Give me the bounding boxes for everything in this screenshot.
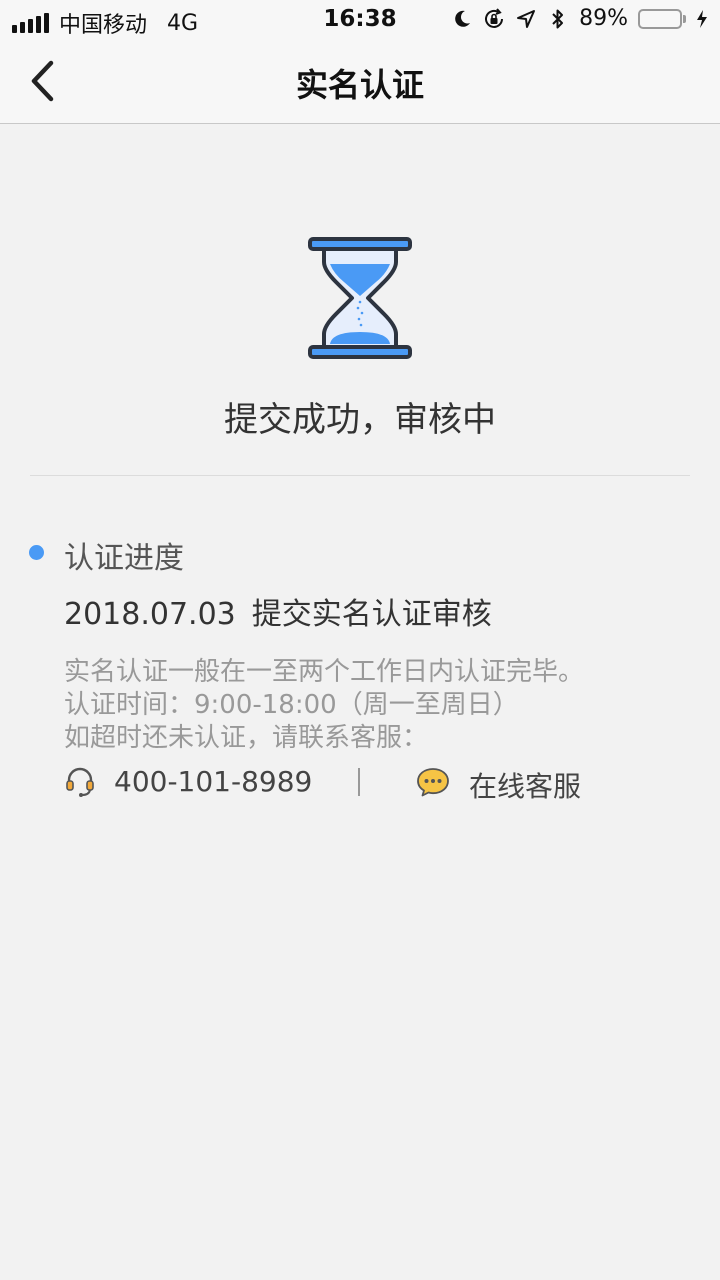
page-title: 实名认证 — [295, 66, 424, 104]
verification-notes: 实名认证一般在一至两个工作日内认证完毕。 认证时间：9:00-18:00（周一至… — [64, 656, 584, 755]
note-line-3: 如超时还未认证，请联系客服： — [64, 723, 429, 753]
contact-separator — [358, 768, 360, 796]
moon-icon — [451, 7, 473, 31]
status-bar-right: 89% — [451, 6, 708, 31]
bluetooth-icon — [547, 7, 569, 31]
battery-icon — [638, 8, 686, 29]
progress-record: 2018.07.03 提交实名认证审核 — [64, 589, 492, 633]
progress-event: 提交实名认证审核 — [251, 597, 492, 632]
hourglass-icon — [308, 237, 412, 359]
progress-label: 认证进度 — [64, 541, 184, 576]
phone-number-link[interactable]: 400-101-8989 — [114, 765, 312, 798]
progress-dot — [29, 545, 44, 560]
battery-percent: 89% — [579, 6, 628, 31]
charging-icon — [696, 7, 708, 31]
note-line-1: 实名认证一般在一至两个工作日内认证完毕。 — [64, 657, 585, 687]
divider — [30, 475, 690, 476]
navigation-bar: 实名认证 — [0, 40, 720, 124]
headset-icon[interactable] — [64, 766, 96, 798]
status-bar: 中国移动 4G 16:38 89% — [0, 0, 720, 40]
chat-bubble-icon[interactable] — [416, 766, 450, 798]
contact-row: 400-101-8989 在线客服 — [64, 762, 624, 805]
online-service-button[interactable]: 在线客服 — [469, 765, 581, 805]
location-arrow-icon — [515, 7, 537, 31]
progress-date: 2018.07.03 — [64, 597, 236, 632]
note-line-2: 认证时间：9:00-18:00（周一至周日） — [64, 690, 519, 720]
rotation-lock-icon — [483, 7, 505, 31]
result-title: 提交成功，审核中 — [224, 400, 496, 440]
